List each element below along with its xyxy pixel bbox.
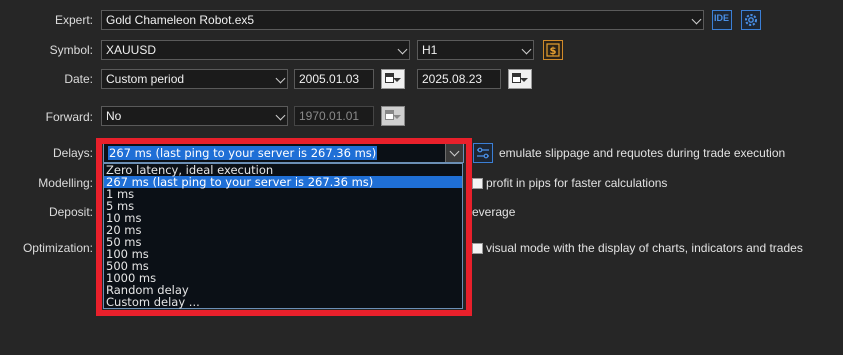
delay-option-1ms[interactable]: 1 ms xyxy=(104,188,462,200)
modelling-label: Modelling: xyxy=(38,176,93,190)
delays-dropdown-list[interactable]: Zero latency, ideal execution 267 ms (la… xyxy=(103,163,463,309)
sliders-icon xyxy=(477,147,489,159)
gear-icon xyxy=(745,14,757,26)
forward-mode-value: No xyxy=(106,109,122,123)
date-label: Date: xyxy=(64,72,93,86)
expert-label: Expert: xyxy=(54,13,93,27)
optimization-label: Optimization: xyxy=(22,241,93,255)
delay-option-267ms[interactable]: 267 ms (last ping to your server is 267.… xyxy=(104,176,462,188)
delays-dropdown-button[interactable] xyxy=(445,144,463,162)
expert-value: Gold Chameleon Robot.ex5 xyxy=(106,13,255,27)
emulate-slippage-text: emulate slippage and requotes during tra… xyxy=(499,146,786,160)
visual-mode-checkbox[interactable] xyxy=(472,243,483,254)
profit-pips-checkbox[interactable] xyxy=(472,178,483,189)
delay-option-100ms[interactable]: 100 ms xyxy=(104,248,462,260)
date-to-calendar-button[interactable] xyxy=(508,69,532,89)
deposit-label: Deposit: xyxy=(48,205,93,219)
timeframe-value: H1 xyxy=(422,43,438,57)
caret-down-icon xyxy=(520,78,528,82)
delay-option-custom[interactable]: Custom delay ... xyxy=(104,296,462,308)
forward-label: Forward: xyxy=(45,110,93,124)
settings-button[interactable] xyxy=(741,10,761,30)
date-from-value: 2005.01.03 xyxy=(299,72,360,86)
symbol-properties-button[interactable]: $ xyxy=(543,40,563,60)
date-to-value: 2025.08.23 xyxy=(422,72,483,86)
date-mode-select[interactable]: Custom period xyxy=(101,69,288,89)
date-mode-value: Custom period xyxy=(106,72,185,86)
chevron-down-icon xyxy=(275,73,286,84)
profit-pips-text: profit in pips for faster calculations xyxy=(486,176,668,190)
delays-label: Delays: xyxy=(52,146,93,160)
svg-text:$: $ xyxy=(550,46,557,57)
forward-date-field: 1970.01.01 xyxy=(294,106,374,126)
date-from-field[interactable]: 2005.01.03 xyxy=(294,69,374,89)
ide-button[interactable]: IDE xyxy=(712,10,732,30)
delay-settings-button[interactable] xyxy=(473,143,493,163)
timeframe-select[interactable]: H1 xyxy=(417,40,534,60)
date-from-calendar-button[interactable] xyxy=(381,69,405,89)
ide-button-label: IDE xyxy=(714,13,730,23)
delay-option-500ms[interactable]: 500 ms xyxy=(104,260,462,272)
chevron-down-icon xyxy=(691,14,702,25)
visual-mode-text: visual mode with the display of charts, … xyxy=(486,241,803,255)
delays-value: 267 ms (last ping to your server is 267.… xyxy=(108,146,378,160)
chevron-down-icon xyxy=(521,44,532,55)
expert-select[interactable]: Gold Chameleon Robot.ex5 xyxy=(101,10,704,30)
forward-date-value: 1970.01.01 xyxy=(299,109,360,123)
dollar-chart-icon: $ xyxy=(546,43,560,57)
delay-option-5ms[interactable]: 5 ms xyxy=(104,200,462,212)
leverage-label: everage xyxy=(472,205,516,219)
caret-down-icon xyxy=(393,78,401,82)
delay-option-20ms[interactable]: 20 ms xyxy=(104,224,462,236)
symbol-select[interactable]: XAUUSD xyxy=(101,40,410,60)
chevron-down-icon xyxy=(397,44,408,55)
chevron-down-icon xyxy=(275,110,286,121)
chevron-down-icon xyxy=(449,146,460,157)
date-to-field[interactable]: 2025.08.23 xyxy=(417,69,501,89)
delay-option-50ms[interactable]: 50 ms xyxy=(104,236,462,248)
forward-mode-select[interactable]: No xyxy=(101,106,288,126)
caret-down-icon xyxy=(393,115,401,119)
delay-option-10ms[interactable]: 10 ms xyxy=(104,212,462,224)
delays-select[interactable]: 267 ms (last ping to your server is 267.… xyxy=(103,143,464,163)
symbol-label: Symbol: xyxy=(49,43,93,57)
forward-calendar-button xyxy=(381,106,405,126)
symbol-value: XAUUSD xyxy=(106,43,157,57)
